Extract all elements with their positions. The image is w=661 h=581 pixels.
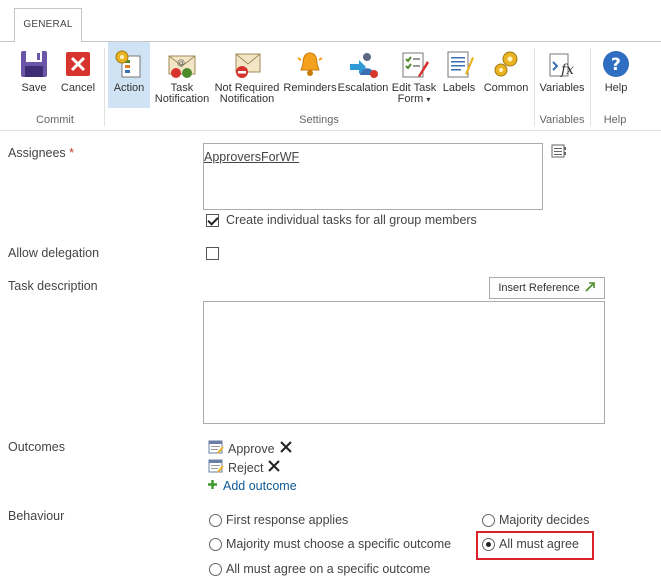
allow-delegation-checkbox[interactable]	[206, 247, 219, 260]
group-label-settings: Settings	[299, 114, 339, 126]
escalation-icon	[347, 48, 379, 80]
outcome-item: Reject	[208, 458, 281, 477]
radio-all-specific-label: All must agree on a specific outcome	[226, 562, 431, 576]
save-button[interactable]: Save	[12, 42, 56, 108]
outcome-form-icon	[208, 458, 224, 477]
svg-text:@: @	[177, 58, 185, 67]
address-book-icon[interactable]	[551, 144, 567, 161]
task-notification-icon: @	[166, 48, 198, 80]
escalation-button[interactable]: Escalation	[338, 42, 388, 108]
labels-icon	[443, 48, 475, 80]
delete-outcome-icon[interactable]	[279, 440, 293, 457]
help-icon: ?	[600, 48, 632, 80]
variables-fx-icon: fx	[546, 48, 578, 80]
assignee-value[interactable]: ApproversForWF	[204, 150, 299, 164]
outcomes-label: Outcomes	[8, 440, 65, 454]
ribbon-tabbar: GENERAL	[0, 0, 661, 42]
task-notification-button[interactable]: @ Task Notification	[152, 42, 212, 108]
action-button[interactable]: Action	[108, 42, 150, 108]
outcome-form-icon	[208, 439, 224, 458]
radio-majority-decides[interactable]	[482, 514, 495, 527]
cancel-icon	[62, 48, 94, 80]
task-description-label: Task description	[8, 279, 98, 293]
not-required-notification-icon	[231, 48, 263, 80]
insert-reference-button[interactable]: Insert Reference	[489, 277, 605, 299]
radio-first-response-label: First response applies	[226, 513, 349, 527]
common-button[interactable]: Common	[481, 42, 531, 108]
insert-reference-icon	[584, 281, 596, 296]
gear-icon	[490, 48, 522, 80]
delete-outcome-icon[interactable]	[267, 459, 281, 476]
bell-icon	[294, 48, 326, 80]
group-label-help: Help	[603, 114, 627, 126]
help-button[interactable]: ? Help	[597, 42, 635, 108]
labels-button[interactable]: Labels	[440, 42, 478, 108]
allow-delegation-label: Allow delegation	[8, 246, 100, 260]
radio-majority-specific-label: Majority must choose a specific outcome	[226, 537, 452, 551]
svg-text:fx: fx	[560, 62, 574, 78]
group-label-commit: Commit	[36, 114, 74, 126]
create-individual-tasks-checkbox[interactable]	[206, 214, 219, 227]
selection-highlight	[476, 531, 594, 560]
reminders-button[interactable]: Reminders	[283, 42, 337, 108]
svg-text:?: ?	[611, 55, 621, 75]
assignees-label: Assignees *	[8, 146, 75, 160]
create-individual-tasks-label: Create individual tasks for all group me…	[226, 213, 477, 227]
action-icon	[113, 48, 145, 80]
task-description-textarea[interactable]	[203, 301, 605, 424]
edit-task-form-button[interactable]: Edit Task Form ▾	[390, 42, 438, 108]
behaviour-label: Behaviour	[8, 509, 65, 523]
radio-majority-decides-label: Majority decides	[499, 513, 590, 527]
add-outcome-link[interactable]: Add outcome	[207, 479, 297, 493]
tab-general[interactable]: GENERAL	[14, 8, 82, 42]
not-required-notification-button[interactable]: Not Required Notification	[214, 42, 280, 108]
plus-icon	[207, 479, 218, 493]
variables-button[interactable]: fx Variables	[538, 42, 586, 108]
radio-majority-specific[interactable]	[209, 538, 222, 551]
cancel-button[interactable]: Cancel	[58, 42, 98, 108]
outcome-item: Approve	[208, 439, 293, 458]
required-mark: *	[69, 146, 75, 160]
radio-first-response[interactable]	[209, 514, 222, 527]
group-label-variables: Variables	[539, 114, 585, 126]
radio-all-specific[interactable]	[209, 563, 222, 576]
edit-task-form-icon	[398, 48, 430, 80]
save-icon	[18, 48, 50, 80]
chevron-down-icon: ▾	[426, 95, 431, 104]
